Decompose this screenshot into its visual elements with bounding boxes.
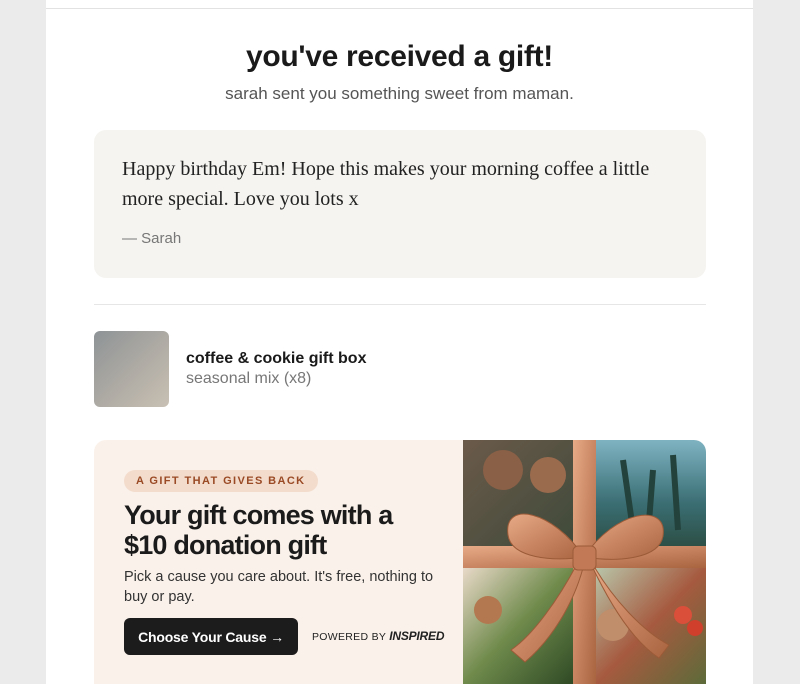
powered-by: POWERED BY INSPIRED bbox=[312, 629, 444, 643]
product-variant: seasonal mix (x8) bbox=[186, 370, 312, 387]
donation-headline: Your gift comes with a $10 donation gift bbox=[124, 500, 393, 560]
ribbon-gift-collage-image bbox=[463, 440, 706, 684]
inspired-logo: INSPIRED bbox=[389, 629, 445, 643]
gift-message-signature: — Sarah bbox=[122, 230, 182, 247]
top-divider bbox=[46, 8, 753, 9]
donation-badge: A GIFT THAT GIVES BACK bbox=[124, 470, 318, 492]
choose-cause-button[interactable]: Choose Your Cause → bbox=[124, 618, 298, 655]
donation-description: Pick a cause you care about. It's free, … bbox=[124, 569, 434, 605]
email-body: you've received a gift! sarah sent you s… bbox=[46, 0, 753, 684]
donation-banner: A GIFT THAT GIVES BACK Your gift comes w… bbox=[94, 440, 706, 684]
gift-message-card: Happy birthday Em! Hope this makes your … bbox=[94, 130, 706, 278]
page-title: you've received a gift! bbox=[245, 40, 554, 73]
section-divider bbox=[94, 304, 706, 305]
product-image bbox=[94, 331, 169, 407]
product-name: coffee & cookie gift box bbox=[186, 350, 367, 367]
page-subtitle: sarah sent you something sweet from mama… bbox=[225, 84, 574, 103]
powered-by-label: POWERED BY bbox=[312, 631, 386, 643]
gift-message-text: Happy birthday Em! Hope this makes your … bbox=[122, 158, 650, 210]
